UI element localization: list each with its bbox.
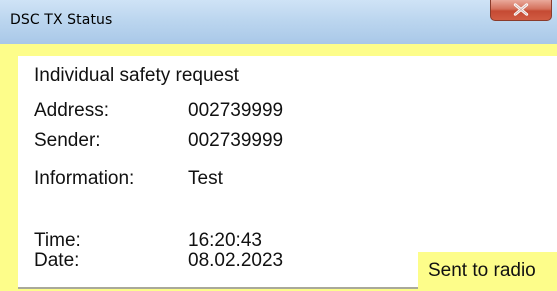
close-x-icon xyxy=(513,3,529,16)
address-label: Address: xyxy=(34,100,109,121)
title-bar[interactable]: DSC TX Status xyxy=(0,0,557,44)
dsc-tx-status-window: DSC TX Status Individual safety request … xyxy=(0,0,557,291)
sender-label: Sender: xyxy=(34,130,101,151)
status-indicator: Sent to radio xyxy=(418,252,557,288)
divider xyxy=(18,287,418,289)
information-label: Information: xyxy=(34,168,135,189)
address-value: 002739999 xyxy=(188,100,284,121)
window-title: DSC TX Status xyxy=(10,12,113,28)
time-value: 16:20:43 xyxy=(188,230,262,251)
close-button[interactable] xyxy=(490,0,552,21)
information-value: Test xyxy=(188,168,223,189)
time-label: Time: xyxy=(34,230,81,251)
date-label: Date: xyxy=(34,250,80,271)
date-value: 08.02.2023 xyxy=(188,250,284,271)
status-text: Sent to radio xyxy=(428,260,536,281)
sender-value: 002739999 xyxy=(188,130,284,151)
message-type-heading: Individual safety request xyxy=(34,65,239,86)
